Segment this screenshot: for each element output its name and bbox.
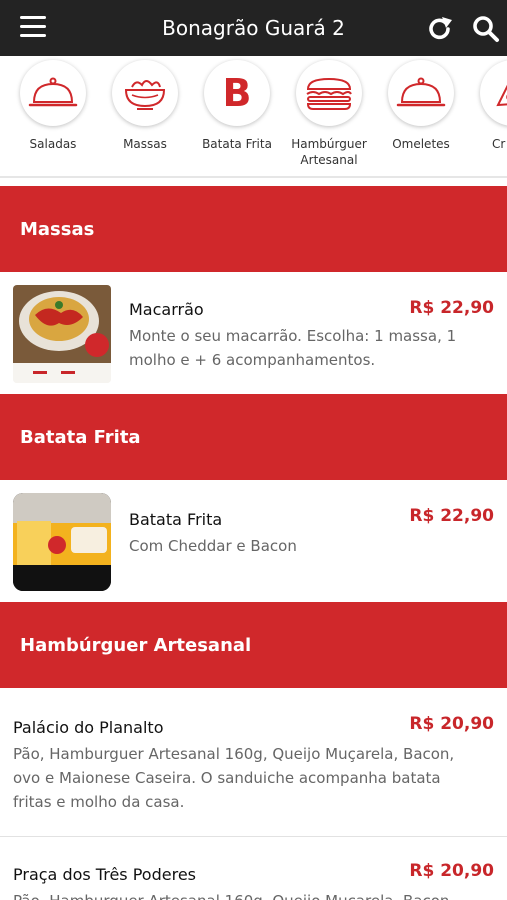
item-price: R$ 20,90 [409, 714, 494, 734]
category-label: Massas [123, 137, 167, 151]
section-header-hamburguer-artesanal: Hambúrguer Artesanal [0, 602, 507, 688]
item-name: Batata Frita [129, 510, 223, 529]
category-batata-frita[interactable]: B Batata Frita [191, 56, 283, 176]
menu-item-batata-frita[interactable]: Batata Frita R$ 22,90 Com Cheddar e Baco… [0, 480, 507, 602]
item-description: Monte o seu macarrão. Escolha: 1 massa, … [129, 327, 457, 369]
item-price: R$ 20,90 [409, 861, 494, 881]
item-description: Pão, Hamburguer Artesanal 160g, Queijo M… [13, 889, 483, 900]
menu-item-praca-dos-tres-poderes[interactable]: Praça dos Três Poderes R$ 20,90 Pão, Ham… [0, 837, 507, 900]
category-omeletes[interactable]: Omeletes [375, 56, 467, 176]
cloche-icon [20, 60, 86, 126]
category-label: Hambúrguer Artesanal [291, 137, 367, 167]
section-header-batata-frita: Batata Frita [0, 394, 507, 480]
category-carousel[interactable]: Saladas Massas B Batata Frita Hambúrguer… [0, 56, 507, 176]
category-label: Batata Frita [202, 137, 272, 151]
divider [0, 176, 507, 178]
section-header-massas: Massas [0, 186, 507, 272]
noodle-bowl-icon [112, 60, 178, 126]
item-description: Com Cheddar e Bacon [129, 537, 297, 555]
category-saladas[interactable]: Saladas [7, 56, 99, 176]
batata-frita-image [13, 493, 111, 591]
letter-b-icon: B [204, 60, 270, 126]
item-name: Macarrão [129, 300, 204, 319]
cloche-icon [388, 60, 454, 126]
item-description: Pão, Hamburguer Artesanal 160g, Queijo M… [13, 745, 455, 811]
category-label: Saladas [29, 137, 77, 151]
item-price: R$ 22,90 [409, 298, 494, 318]
burger-icon [296, 60, 362, 126]
category-crepes[interactable]: Cr [467, 56, 507, 176]
app-header: Bonagrão Guará 2 [0, 0, 507, 56]
refresh-icon[interactable] [426, 16, 454, 42]
menu-item-macarrao[interactable]: Macarrão R$ 22,90 Monte o seu macarrão. … [0, 272, 507, 394]
category-label: Cr [492, 137, 506, 151]
item-price: R$ 22,90 [409, 506, 494, 526]
search-icon[interactable] [472, 15, 500, 43]
crepe-icon [480, 60, 507, 126]
category-hamburguer-artesanal[interactable]: Hambúrguer Artesanal [283, 56, 375, 176]
category-label: Omeletes [392, 137, 450, 151]
item-name: Palácio do Planalto [13, 718, 164, 737]
menu-item-palacio-do-planalto[interactable]: Palácio do Planalto R$ 20,90 Pão, Hambur… [0, 688, 507, 836]
macarrao-image [13, 285, 111, 383]
item-name: Praça dos Três Poderes [13, 865, 196, 884]
category-massas[interactable]: Massas [99, 56, 191, 176]
